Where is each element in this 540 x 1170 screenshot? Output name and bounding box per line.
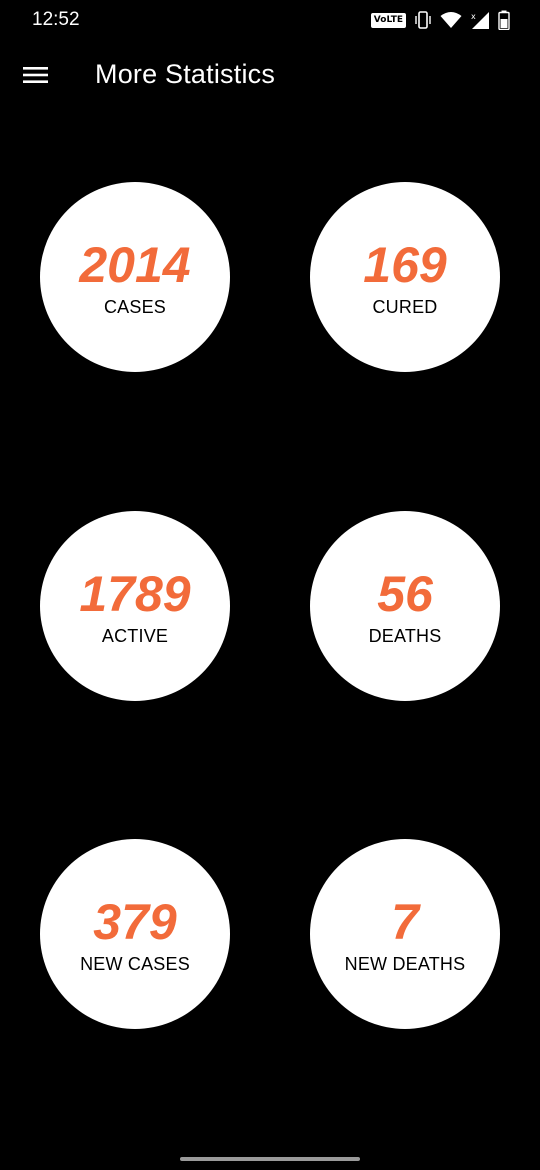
stat-card-active[interactable]: 1789 ACTIVE (40, 511, 230, 701)
stat-value: 56 (377, 565, 433, 622)
stat-label: CASES (103, 296, 167, 317)
gesture-nav-bar[interactable] (180, 1157, 360, 1161)
status-bar: 12:52 VoLTE x (0, 0, 540, 42)
stat-card-cases[interactable]: 2014 CASES (40, 182, 230, 372)
status-time: 12:52 (32, 9, 80, 30)
vibrate-icon (414, 10, 432, 30)
page-title: More Statistics (95, 59, 276, 89)
app-bar: More Statistics (0, 42, 540, 112)
stat-card-new-cases[interactable]: 379 NEW CASES (40, 839, 230, 1029)
stat-label: ACTIVE (101, 625, 169, 646)
stat-value: 379 (93, 893, 177, 950)
stat-card-cured[interactable]: 169 CURED (310, 182, 500, 372)
stat-label: NEW CASES (80, 953, 190, 974)
stat-label: CURED (372, 296, 438, 317)
hamburger-menu-icon (23, 65, 49, 90)
menu-button[interactable] (18, 59, 54, 95)
status-icons: VoLTE x (370, 10, 510, 30)
stat-value: 169 (363, 236, 447, 293)
stat-label: NEW DEATHS (344, 953, 466, 974)
battery-icon (498, 10, 510, 30)
stat-card-deaths[interactable]: 56 DEATHS (310, 511, 500, 701)
stat-value: 1789 (79, 565, 191, 622)
stat-card-new-deaths[interactable]: 7 NEW DEATHS (310, 839, 500, 1029)
wifi-icon (440, 11, 462, 29)
cell-signal-icon: x (470, 10, 490, 30)
svg-text:x: x (471, 12, 476, 21)
stat-label: DEATHS (368, 625, 442, 646)
stat-value: 7 (391, 893, 419, 950)
volte-badge: VoLTE (370, 12, 406, 28)
stat-value: 2014 (79, 236, 191, 293)
